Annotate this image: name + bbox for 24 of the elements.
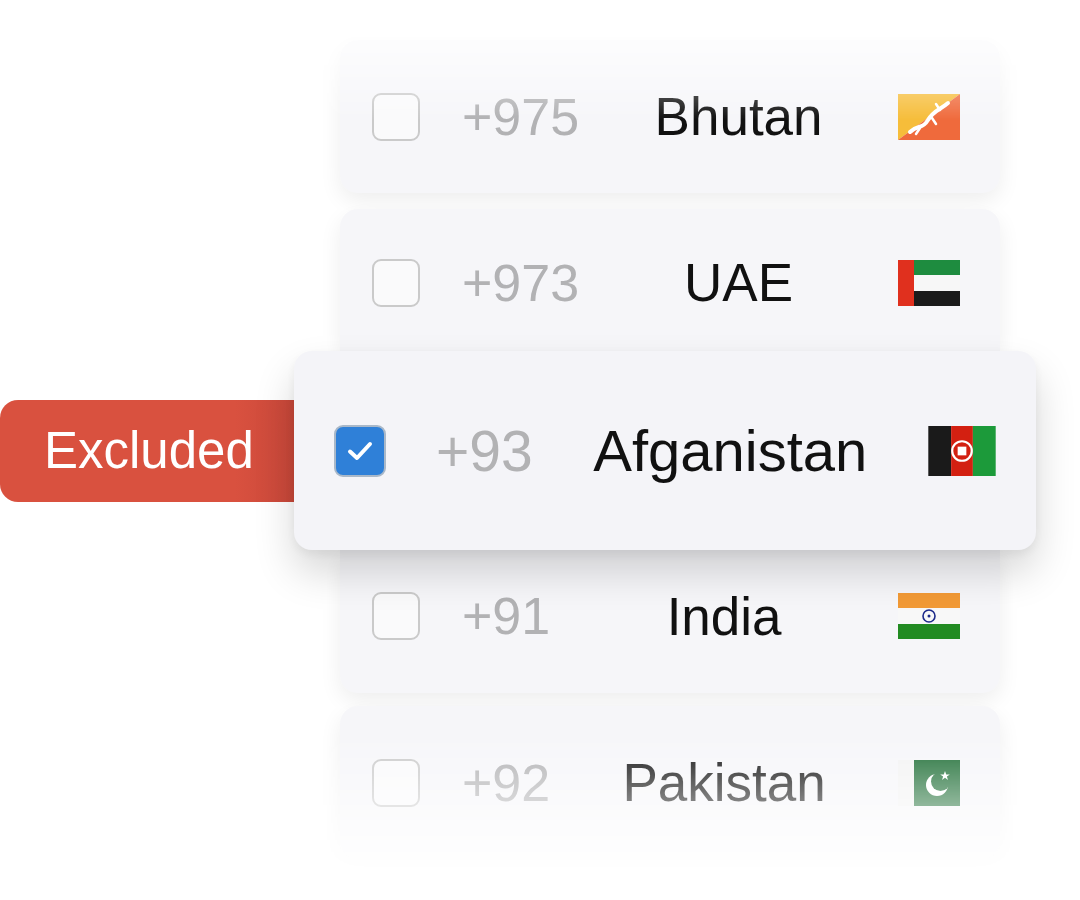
country-card[interactable]: +91 India [340, 550, 1000, 693]
country-name: UAE [683, 252, 795, 313]
dial-code: +973 [462, 252, 580, 313]
dial-code: +93 [436, 417, 533, 484]
country-card[interactable]: +975 Bhutan [340, 40, 1000, 193]
dial-code: +975 [462, 86, 580, 147]
check-icon [347, 440, 373, 461]
checkbox[interactable] [334, 424, 386, 477]
country-name: India [665, 585, 783, 647]
country-name: Pakistan [621, 752, 827, 813]
checkbox[interactable] [372, 758, 420, 807]
country-name: Bhutan [653, 86, 824, 147]
country-card[interactable]: +973 UAE [340, 209, 1000, 351]
afghanistan-flag-icon [928, 425, 996, 476]
uae-flag-icon [898, 259, 960, 306]
india-flag-icon [898, 593, 960, 639]
status-badge: Excluded [0, 399, 294, 502]
checkbox[interactable] [372, 592, 420, 640]
checkbox[interactable] [372, 258, 420, 307]
country-card[interactable]: +93 Afganistan [294, 351, 1036, 550]
dial-code: +91 [462, 586, 551, 646]
checkbox[interactable] [372, 92, 420, 141]
bhutan-flag-icon [898, 93, 960, 140]
country-name: Afganistan [592, 417, 869, 484]
